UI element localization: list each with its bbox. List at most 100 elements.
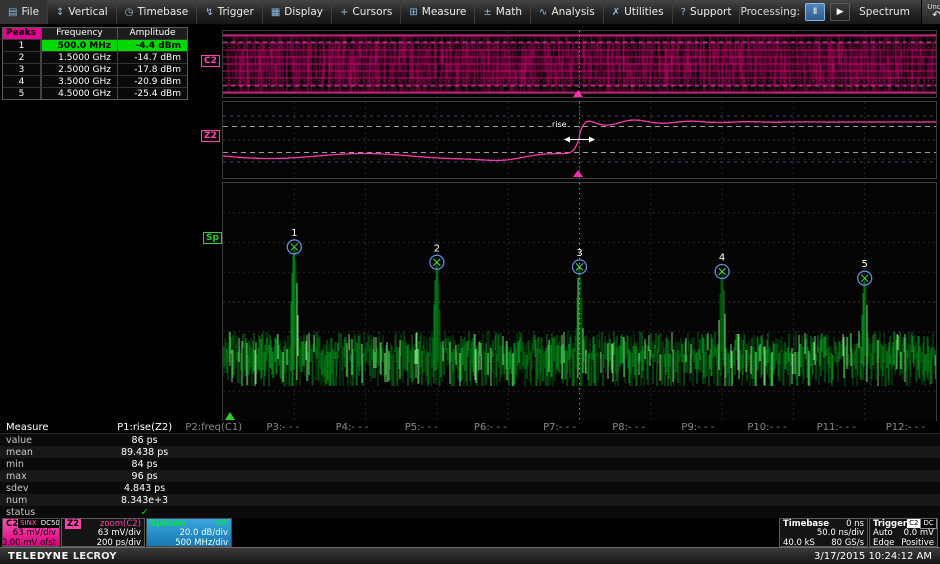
menu-item-label: Analysis (551, 6, 594, 18)
amplitude-header-cell: Amplitude (117, 28, 187, 39)
measure-col-P7[interactable]: P7:- - - (525, 422, 594, 433)
peak-frequency: 4.5000 GHz (41, 87, 117, 99)
pause-button[interactable]: Ⅱ (805, 3, 825, 21)
menu-item-measure[interactable]: ⊞Measure (401, 0, 475, 24)
vertical-icon: ↕ (56, 7, 64, 18)
oscilloscope-screen: ▤File↕Vertical◷Timebase↯Trigger ▦ Display +… (0, 0, 940, 564)
peak-row-2[interactable]: 21.5000 GHz-14.7 dBm (3, 51, 187, 63)
spectrum-mode-label: Spectrum (859, 6, 910, 18)
measure-col-P8[interactable]: P8:- - - (594, 422, 663, 433)
measure-col-P12[interactable]: P12:- - - (871, 422, 940, 433)
measure-row-min: min84 ps (0, 458, 940, 470)
trigger-position-marker-top[interactable] (573, 90, 583, 97)
measure-col-P9[interactable]: P9:- - - (663, 422, 732, 433)
peak-row-5[interactable]: 54.5000 GHz-25.4 dBm (3, 87, 187, 99)
trigger-type: Edge (873, 538, 894, 547)
specan-descriptor-box[interactable]: SpecAn C2 20.0 dB/div 500 MHz/div (146, 518, 232, 547)
c2-channel-tab[interactable]: C2 (201, 55, 220, 67)
measure-title: Measure (0, 422, 110, 433)
menu-item-vertical[interactable]: ↕Vertical (48, 0, 117, 24)
svg-text:2: 2 (434, 243, 440, 254)
measure-row-sdev: sdev4.843 ps (0, 482, 940, 494)
trigger-position-marker-mid[interactable] (573, 170, 583, 177)
measure-col-P6[interactable]: P6:- - - (456, 422, 525, 433)
peak-row-4[interactable]: 43.5000 GHz-20.9 dBm (3, 75, 187, 87)
peaks-table-header: Peaks Frequency Amplitude (3, 28, 187, 39)
trigger-slope: Positive (901, 538, 934, 547)
measure-col-P1[interactable]: P1:rise(Z2) (110, 422, 179, 433)
menu-item-label: Timebase (137, 6, 188, 18)
undo-button[interactable]: Undo ↶ (921, 0, 940, 24)
svg-text:5: 5 (862, 259, 868, 270)
measure-row-num: num8.343e+3 (0, 494, 940, 506)
menu-item-label: Trigger (218, 6, 254, 18)
specan-channel-tab[interactable]: Sp (203, 232, 222, 244)
peak-index: 5 (3, 87, 41, 99)
menu-item-support[interactable]: ?Support (673, 0, 741, 24)
peak-frequency: 500.0 MHz (41, 39, 117, 51)
menu-item-display[interactable]: ▦ Display (263, 0, 332, 24)
menu-item-label: Display (284, 6, 323, 18)
timebase-samples: 40.0 kS (783, 538, 815, 547)
measure-row-label: mean (0, 447, 110, 458)
specan-db-per-div: 20.0 dB/div (179, 528, 228, 538)
peak-index: 4 (3, 75, 41, 87)
trigger-mode: Auto (873, 528, 893, 538)
z2-time-per-div: 200 ps/div (97, 538, 141, 547)
menu-item-cursors[interactable]: +Cursors (332, 0, 401, 24)
measure-icon: ⊞ (409, 7, 417, 18)
undo-icon: ↶ (932, 11, 940, 21)
peak-index: 1 (3, 39, 41, 51)
peak-frequency: 2.5000 GHz (41, 63, 117, 75)
c2-volts-per-div: 63 mV/div (13, 528, 56, 538)
measure-row-mean: mean89.438 ps (0, 446, 940, 458)
peak-row-1[interactable]: 1500.0 MHz-4.4 dBm (3, 39, 187, 51)
menu-item-label: Cursors (352, 6, 392, 18)
timebase-descriptor-box[interactable]: Timebase 0 ns 50.0 ns/div 40.0 kS 80 GS/… (779, 518, 868, 547)
measure-col-P2[interactable]: P2:freq(C1) (179, 422, 248, 433)
z2-channel-tab[interactable]: Z2 (201, 130, 220, 142)
menu-item-math[interactable]: ±Math (475, 0, 531, 24)
c2-descriptor-box[interactable]: C2 SINX DC50 63 mV/div 0.00 mV ofst (2, 518, 60, 547)
z2-source: zoom(C2) (100, 519, 141, 529)
z2-descriptor-name: Z2 (65, 519, 81, 529)
timebase-rate: 80 GS/s (831, 538, 864, 547)
measure-table: Measure P1:rise(Z2)P2:freq(C1)P3:- - -P4… (0, 421, 940, 518)
specan-descriptor-name: SpecAn (150, 519, 186, 529)
analysis-icon: ∿ (539, 7, 547, 18)
measure-col-P4[interactable]: P4:- - - (317, 422, 386, 433)
peaks-table: Peaks Frequency Amplitude 1500.0 MHz-4.4… (2, 27, 188, 100)
display-icon: ▦ (271, 7, 280, 18)
menu-item-file[interactable]: ▤File (0, 0, 48, 24)
peak-row-3[interactable]: 32.5000 GHz-17.8 dBm (3, 63, 187, 75)
menu-item-timebase[interactable]: ◷Timebase (117, 0, 197, 24)
measure-col-P5[interactable]: P5:- - - (387, 422, 456, 433)
play-button[interactable]: ▶ (830, 3, 850, 21)
z2-descriptor-box[interactable]: Z2 zoom(C2) 63 mV/div 200 ps/div (61, 518, 145, 547)
measure-col-P11[interactable]: P11:- - - (802, 422, 871, 433)
z2-zoom-grid[interactable] (222, 101, 937, 179)
c2-waveform-grid[interactable] (222, 30, 937, 98)
menu-items: ▤File↕Vertical◷Timebase↯Trigger ▦ Display +… (0, 0, 740, 24)
measure-row-label: max (0, 471, 110, 482)
measure-row-status: status✓ (0, 506, 940, 518)
sinx-badge: SINX (18, 519, 39, 528)
trigger-descriptor-box[interactable]: Trigger C2 DC Auto 0.0 mV Edge Positive (869, 518, 938, 547)
peak-frequency: 3.5000 GHz (41, 75, 117, 87)
measure-col-P10[interactable]: P10:- - - (732, 422, 801, 433)
menu-item-utilities[interactable]: ✗Utilities (604, 0, 673, 24)
utilities-icon: ✗ (612, 7, 620, 18)
menu-item-trigger[interactable]: ↯Trigger (197, 0, 263, 24)
menu-item-analysis[interactable]: ∿ Analysis (531, 0, 604, 24)
status-bar: TELEDYNELECROY 3/17/2015 10:24:12 AM (0, 547, 940, 564)
peaks-header-cell: Peaks (3, 28, 41, 39)
support-icon: ? (681, 7, 686, 18)
measure-value-P1: 8.343e+3 (110, 495, 179, 506)
c2-offset: 0.00 mV ofst (2, 538, 56, 547)
processing-label: Processing: (740, 6, 800, 18)
peak-amplitude: -25.4 dBm (117, 87, 187, 99)
measure-col-P3[interactable]: P3:- - - (248, 422, 317, 433)
measure-row-label: status (0, 507, 110, 518)
spectrum-grid[interactable]: 12345 (222, 182, 937, 422)
file-icon: ▤ (8, 7, 17, 18)
